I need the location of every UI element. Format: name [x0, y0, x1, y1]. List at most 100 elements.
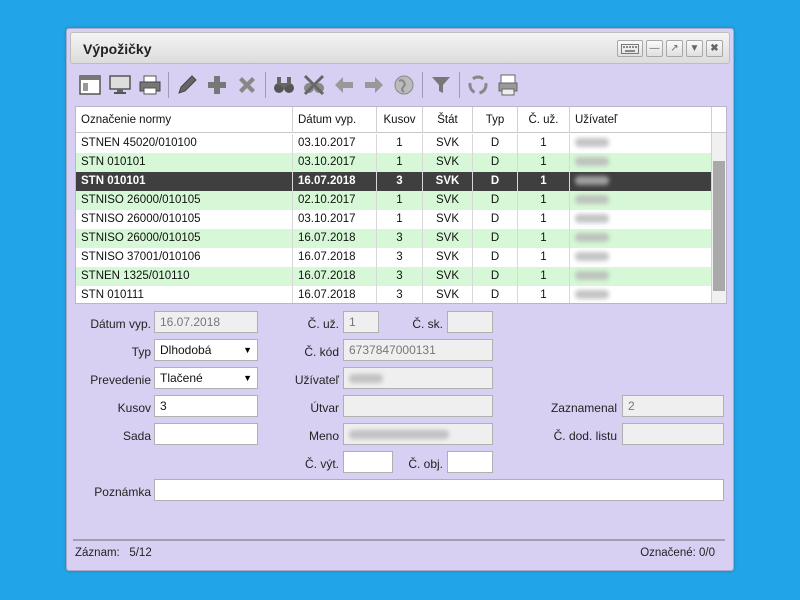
cell-kusov: 1 [377, 191, 423, 210]
cell-typ: D [473, 191, 518, 210]
cuz-field[interactable]: 1 [343, 311, 379, 333]
table-row[interactable]: STNISO 26000/010105 16.07.2018 3 SVK D 1 [76, 229, 712, 248]
cell-cuz: 1 [518, 286, 570, 303]
kusov-label: Kusov [117, 401, 151, 415]
csk-label: Č. sk. [412, 317, 443, 331]
title-bar[interactable]: Výpožičky — ↗ ▼ ✖ [70, 32, 730, 64]
cell-stat: SVK [423, 134, 473, 153]
typ-value: Dlhodobá [160, 343, 212, 357]
cobj-label: Č. obj. [408, 457, 443, 471]
filter-icon[interactable] [426, 70, 456, 100]
redacted-value [349, 430, 449, 440]
arrow-left-icon[interactable] [329, 70, 359, 100]
header-typ[interactable]: Typ [473, 107, 518, 133]
sada-field[interactable] [154, 423, 258, 445]
zaznam-label: Záznam: [75, 547, 120, 559]
cell-stat: SVK [423, 153, 473, 172]
cell-cuz: 1 [518, 134, 570, 153]
cvyt-field[interactable] [343, 451, 393, 473]
cell-kusov: 3 [377, 229, 423, 248]
recycle-icon[interactable] [463, 70, 493, 100]
redacted-value [575, 252, 609, 262]
cell-cuz: 1 [518, 153, 570, 172]
cell-cuz: 1 [518, 229, 570, 248]
printer-icon[interactable] [135, 70, 165, 100]
prevedenie-value: Tlačené [160, 371, 203, 385]
table-row[interactable]: STNEN 1325/010110 16.07.2018 3 SVK D 1 [76, 267, 712, 286]
header-cuz[interactable]: Č. už. [518, 107, 570, 133]
globe-icon[interactable] [389, 70, 419, 100]
prevedenie-label: Prevedenie [90, 373, 151, 387]
table-row[interactable]: STNISO 37001/010106 16.07.2018 3 SVK D 1 [76, 248, 712, 267]
vertical-scrollbar[interactable] [711, 107, 726, 303]
toolbar-separator [168, 72, 169, 98]
header-kusov[interactable]: Kusov [377, 107, 423, 133]
chevron-down-icon: ▼ [243, 373, 252, 383]
table-row[interactable]: STNISO 26000/010105 03.10.2017 1 SVK D 1 [76, 210, 712, 229]
clear-search-icon[interactable] [299, 70, 329, 100]
cuz-label: Č. už. [307, 317, 339, 331]
arrow-right-icon[interactable] [359, 70, 389, 100]
binoculars-icon[interactable] [269, 70, 299, 100]
cell-stat: SVK [423, 267, 473, 286]
cell-stat: SVK [423, 210, 473, 229]
keyboard-icon[interactable] [617, 40, 643, 57]
cell-stat: SVK [423, 286, 473, 303]
cell-norma: STN 010101 [76, 172, 293, 191]
footer-divider [73, 539, 725, 541]
meno-field[interactable] [343, 423, 493, 445]
typ-label: Typ [131, 345, 151, 359]
poznamka-label: Poznámka [94, 485, 151, 499]
datum-field[interactable]: 16.07.2018 [154, 311, 258, 333]
window-title: Výpožičky [83, 41, 152, 57]
cvyt-label: Č. výt. [304, 457, 339, 471]
table-row[interactable]: STNEN 45020/010100 03.10.2017 1 SVK D 1 [76, 134, 712, 153]
record-status: Záznam: 5/12 [75, 547, 152, 559]
cell-norma: STNISO 37001/010106 [76, 248, 293, 267]
table-row[interactable]: STN 010101 16.07.2018 3 SVK D 1 [76, 172, 712, 191]
cell-norma: STNEN 1325/010110 [76, 267, 293, 286]
cell-datum: 03.10.2017 [293, 153, 377, 172]
csk-field[interactable] [447, 311, 493, 333]
kusov-field[interactable]: 3 [154, 395, 258, 417]
cell-datum: 16.07.2018 [293, 267, 377, 286]
window-icon[interactable] [75, 70, 105, 100]
cell-uzivatel [570, 134, 712, 153]
cell-typ: D [473, 153, 518, 172]
cell-stat: SVK [423, 248, 473, 267]
close-icon[interactable]: ✖ [706, 40, 723, 57]
cell-kusov: 3 [377, 286, 423, 303]
scrollbar-thumb[interactable] [713, 161, 725, 291]
cell-typ: D [473, 248, 518, 267]
popout-icon[interactable]: ↗ [666, 40, 683, 57]
uzivatel-field[interactable] [343, 367, 493, 389]
meno-label: Meno [308, 429, 339, 443]
ckod-field[interactable]: 6737847000131 [343, 339, 493, 361]
redacted-value [575, 138, 609, 148]
cobj-field[interactable] [447, 451, 493, 473]
table-row[interactable]: STN 010111 16.07.2018 3 SVK D 1 [76, 286, 712, 303]
delete-icon[interactable] [232, 70, 262, 100]
prevedenie-select[interactable]: Tlačené ▼ [154, 367, 258, 389]
zaznamenal-field[interactable]: 2 [622, 395, 724, 417]
cdod-field[interactable] [622, 423, 724, 445]
header-uzivatel[interactable]: Užívateľ [570, 107, 712, 133]
add-icon[interactable] [202, 70, 232, 100]
poznamka-field[interactable] [154, 479, 724, 501]
printer2-icon[interactable] [493, 70, 523, 100]
utvar-field[interactable] [343, 395, 493, 417]
header-oznacenie[interactable]: Označenie normy [76, 107, 293, 133]
table-row[interactable]: STNISO 26000/010105 02.10.2017 1 SVK D 1 [76, 191, 712, 210]
cell-typ: D [473, 172, 518, 191]
window-controls: — ↗ ▼ ✖ [617, 40, 723, 57]
minimize-icon[interactable]: — [646, 40, 663, 57]
monitor-icon[interactable] [105, 70, 135, 100]
typ-select[interactable]: Dlhodobá ▼ [154, 339, 258, 361]
datum-label: Dátum vyp. [90, 317, 151, 331]
header-stat[interactable]: Štát [423, 107, 473, 133]
pen-icon[interactable] [172, 70, 202, 100]
header-datum[interactable]: Dátum vyp. [293, 107, 377, 133]
table-row[interactable]: STN 010101 03.10.2017 1 SVK D 1 [76, 153, 712, 172]
chevron-down-icon[interactable]: ▼ [686, 40, 703, 57]
cell-cuz: 1 [518, 248, 570, 267]
